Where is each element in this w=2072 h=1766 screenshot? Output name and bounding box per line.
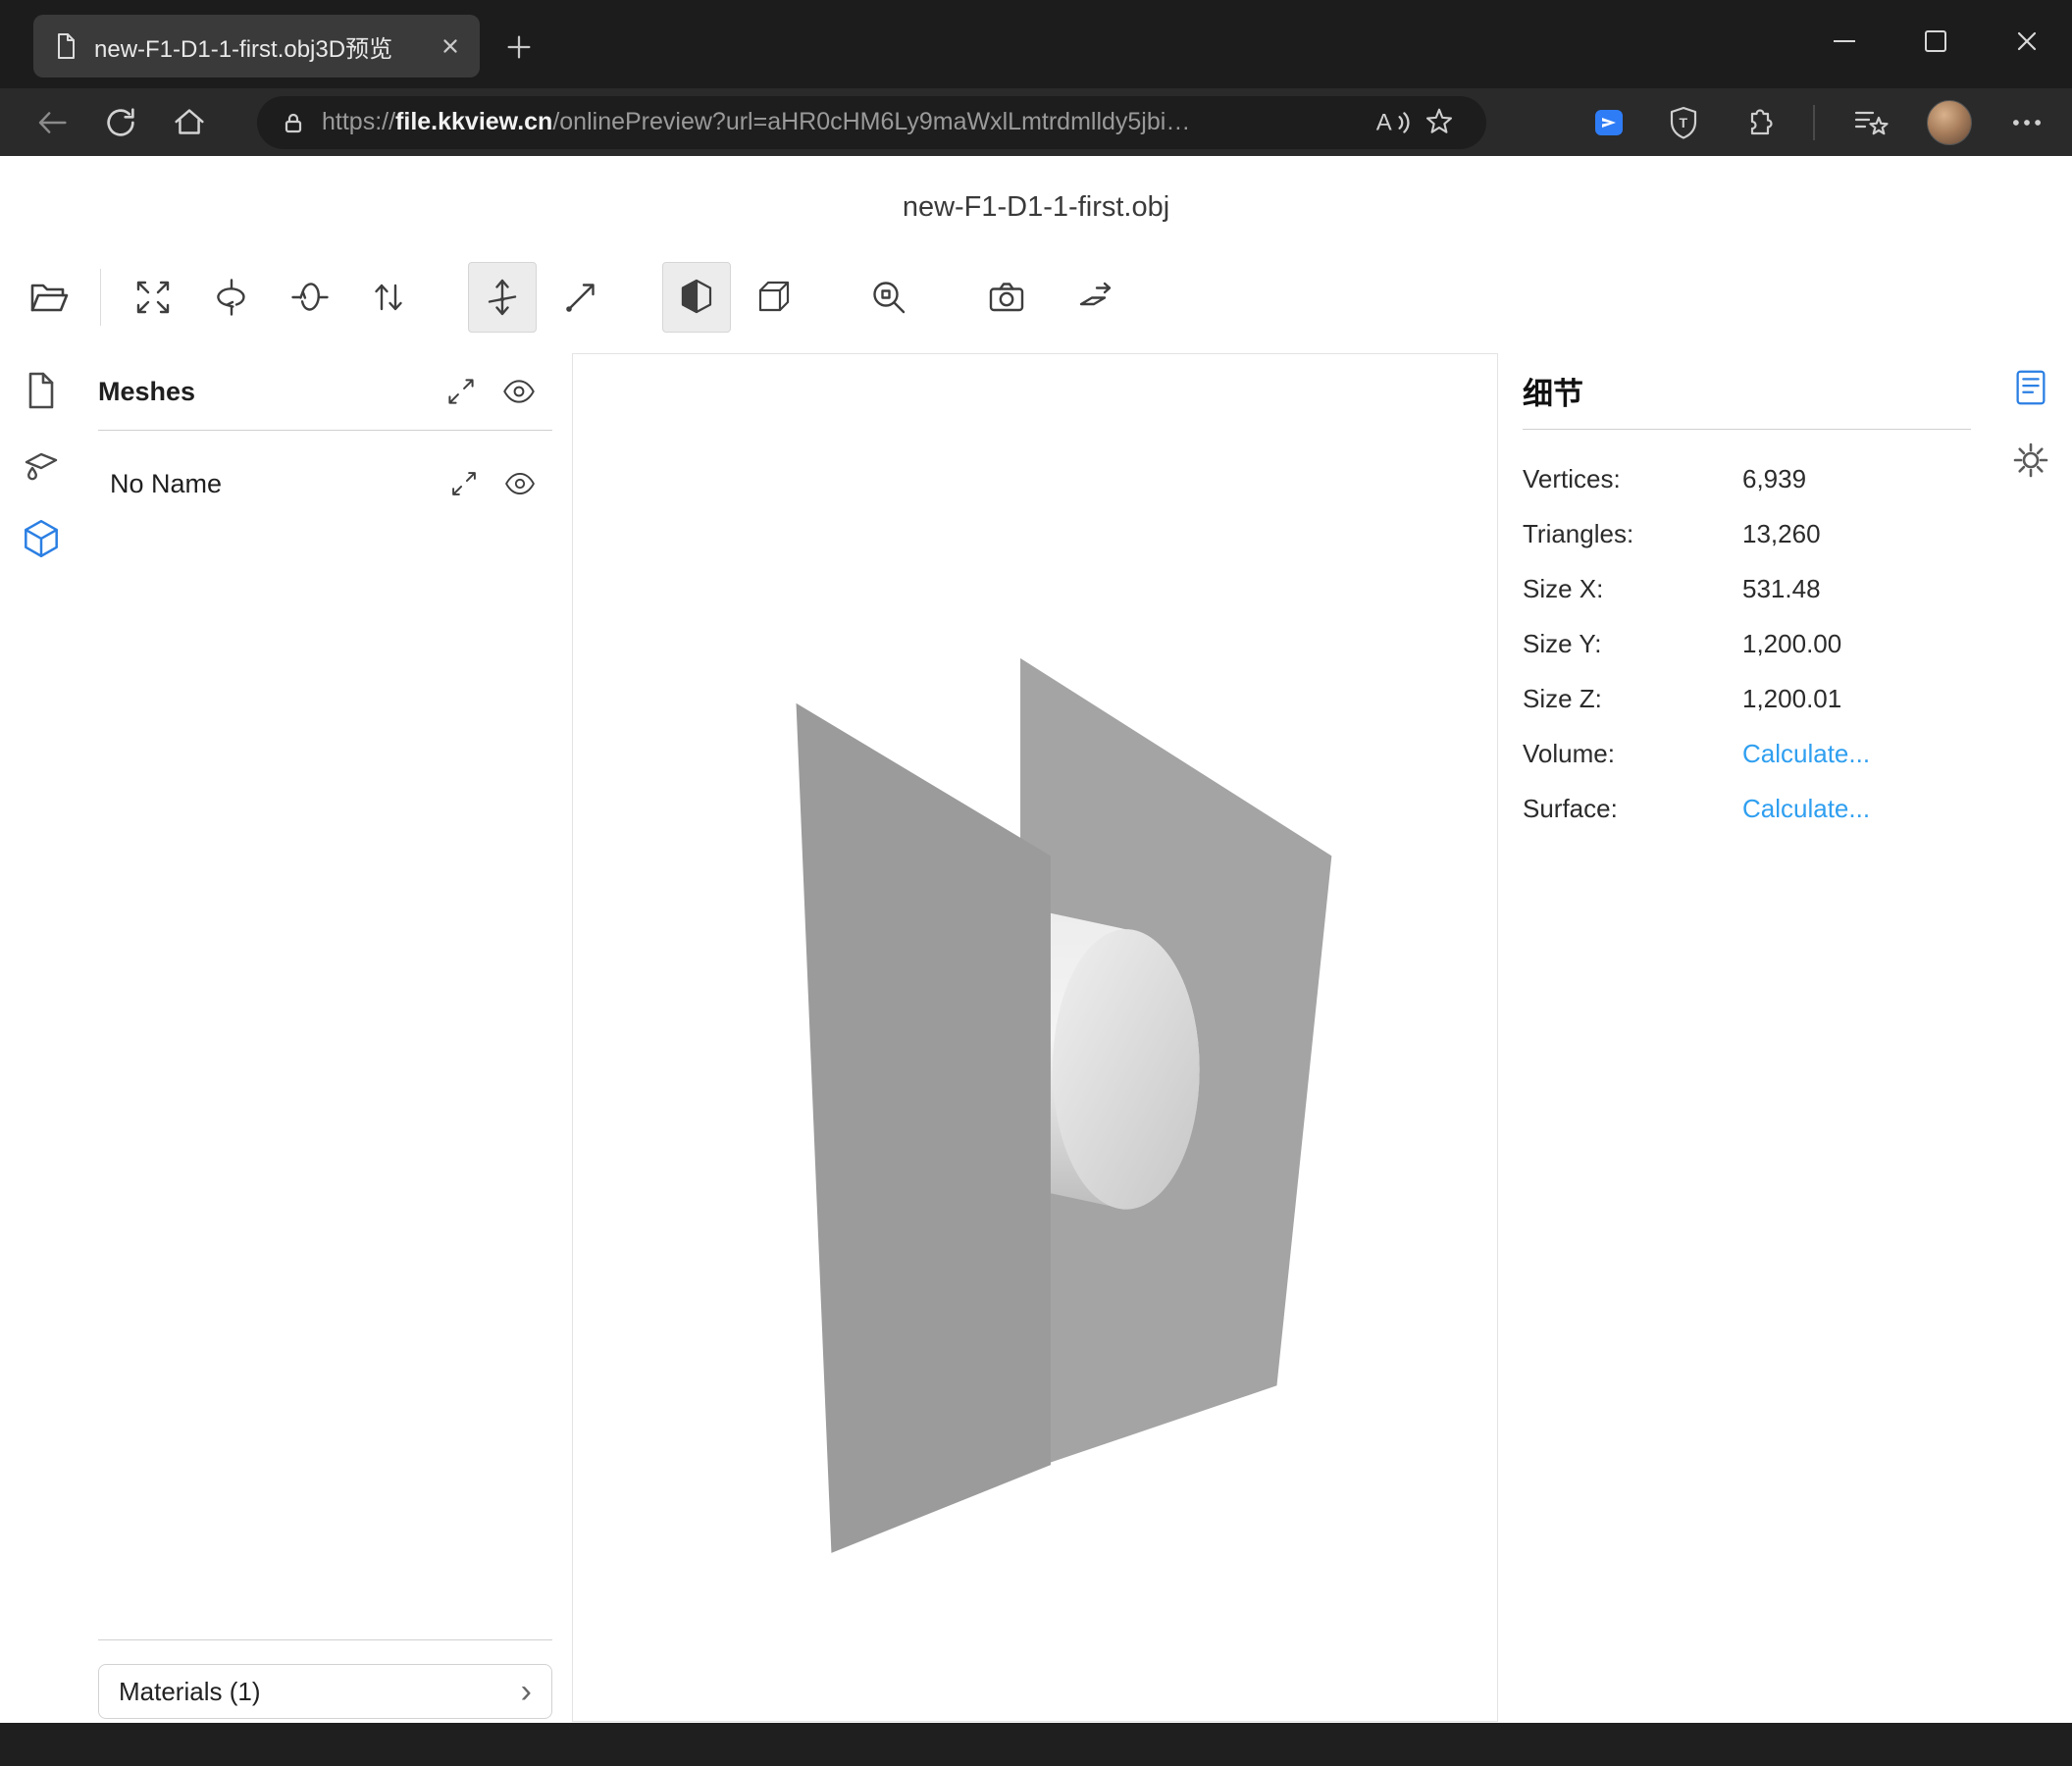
extension-blue-icon[interactable] [1589, 103, 1629, 142]
rotate-x-button[interactable] [197, 262, 266, 333]
window-close-button[interactable] [1981, 0, 2072, 82]
shield-extension-icon[interactable]: T [1664, 103, 1703, 142]
profile-avatar[interactable] [1927, 100, 1972, 145]
detail-row-surface: Surface: Calculate... [1523, 781, 1971, 836]
detail-label: Triangles: [1523, 519, 1742, 549]
detail-row-volume: Volume: Calculate... [1523, 726, 1971, 781]
materials-button-label: Materials (1) [119, 1677, 260, 1707]
details-header: 细节 [1523, 353, 1971, 430]
window-controls [1798, 0, 2072, 82]
navbar-separator [1813, 105, 1815, 140]
browser-tab[interactable]: new-F1-D1-1-first.obj3D预览 [33, 15, 480, 78]
detail-value: 531.48 [1742, 574, 1821, 604]
detail-label: Size X: [1523, 574, 1742, 604]
detail-value: 13,260 [1742, 519, 1821, 549]
tab-title: new-F1-D1-1-first.obj3D预览 [94, 29, 425, 64]
calculate-surface-link[interactable]: Calculate... [1742, 794, 1870, 824]
settings-button[interactable] [2008, 438, 2053, 483]
visibility-eye-button[interactable] [501, 374, 537, 409]
detail-label: Size Y: [1523, 629, 1742, 659]
meshes-tab-active[interactable] [19, 517, 64, 562]
detail-value: 6,939 [1742, 464, 1806, 494]
url-scheme: https:// [322, 108, 395, 135]
detail-label: Volume: [1523, 739, 1742, 769]
materials-section: Materials (1) › [98, 1639, 552, 1719]
detail-row-size-z: Size Z: 1,200.01 [1523, 671, 1971, 726]
details-rows: Vertices: 6,939 Triangles: 13,260 Size X… [1523, 430, 1971, 836]
more-menu-button[interactable] [2007, 103, 2046, 142]
details-panel: 细节 Vertices: 6,939 Triangles: 13,260 Siz… [1523, 353, 1971, 836]
shield-letter: T [1680, 115, 1688, 130]
detail-value: 1,200.00 [1742, 629, 1841, 659]
mesh-item-name: No Name [110, 469, 448, 499]
meshes-panel-header: Meshes [98, 353, 552, 431]
details-panel-tab-active[interactable] [2008, 365, 2053, 410]
file-info-tab[interactable] [19, 368, 64, 413]
open-file-button[interactable] [14, 262, 82, 333]
mesh-visibility-eye-button[interactable] [503, 467, 537, 500]
meshes-header-title: Meshes [98, 377, 444, 407]
url-text[interactable]: https://file.kkview.cn/onlinePreview?url… [322, 108, 1369, 136]
camera-screenshot-button[interactable] [972, 262, 1041, 333]
ortho-view-button[interactable] [741, 262, 809, 333]
detail-label: Surface: [1523, 794, 1742, 824]
tab-close-button[interactable] [439, 34, 462, 58]
favorites-bar-button[interactable] [1850, 102, 1891, 143]
tab-favicon-icon [51, 31, 80, 61]
toolbar-separator [100, 269, 101, 326]
detail-value: 1,200.01 [1742, 684, 1841, 714]
detail-row-size-y: Size Y: 1,200.00 [1523, 616, 1971, 671]
flip-vertical-button[interactable] [354, 262, 423, 333]
detail-row-size-x: Size X: 531.48 [1523, 561, 1971, 616]
measure-line-button[interactable] [546, 262, 615, 333]
browser-navbar: https://file.kkview.cn/onlinePreview?url… [0, 88, 2072, 156]
lock-icon[interactable] [281, 110, 306, 135]
window-maximize-button[interactable] [1890, 0, 1981, 82]
detail-row-triangles: Triangles: 13,260 [1523, 506, 1971, 561]
zoom-window-button[interactable] [855, 262, 923, 333]
home-button[interactable] [163, 96, 216, 149]
materials-tab[interactable] [19, 442, 64, 488]
window-minimize-button[interactable] [1798, 0, 1890, 82]
read-aloud-label: A [1376, 109, 1392, 135]
url-path: /onlinePreview?url=aHR0cHM6Ly9maWxlLmtrd… [552, 108, 1190, 135]
back-button[interactable] [26, 96, 78, 149]
right-tab-strip [1990, 353, 2072, 483]
fit-view-button[interactable] [119, 262, 187, 333]
favorite-star-button[interactable] [1416, 99, 1463, 146]
detail-row-vertices: Vertices: 6,939 [1523, 451, 1971, 506]
new-tab-button[interactable] [495, 24, 543, 71]
viewer-toolbar [0, 259, 2072, 336]
export-model-button[interactable] [1062, 262, 1131, 333]
mesh-zoom-to-button[interactable] [448, 467, 480, 500]
left-tab-strip [0, 353, 82, 562]
url-domain: file.kkview.cn [395, 108, 552, 135]
address-bar[interactable]: https://file.kkview.cn/onlinePreview?url… [257, 96, 1486, 149]
projection-mode-button[interactable] [662, 262, 731, 333]
materials-button[interactable]: Materials (1) › [98, 1664, 552, 1719]
detail-label: Vertices: [1523, 464, 1742, 494]
model-render [573, 354, 1497, 1721]
extensions-puzzle-icon[interactable] [1738, 103, 1778, 142]
meshes-panel: Meshes No Name Materials (1) › [98, 353, 552, 1722]
browser-tab-bar: new-F1-D1-1-first.obj3D预览 [0, 0, 2072, 88]
left-plane [797, 703, 1051, 1553]
page-footer-bar [0, 1723, 2072, 1766]
page-title: new-F1-D1-1-first.obj [0, 156, 2072, 259]
expand-all-button[interactable] [444, 374, 478, 409]
navbar-extensions-area: T [1589, 100, 2046, 145]
refresh-button[interactable] [94, 96, 147, 149]
rotate-z-button[interactable] [276, 262, 344, 333]
mesh-list-item[interactable]: No Name [98, 448, 552, 519]
chevron-right-icon: › [521, 1675, 532, 1708]
read-aloud-button[interactable]: A [1369, 99, 1416, 146]
calculate-volume-link[interactable]: Calculate... [1742, 739, 1870, 769]
translate-button[interactable] [468, 262, 537, 333]
viewport-3d[interactable] [572, 353, 1498, 1722]
detail-label: Size Z: [1523, 684, 1742, 714]
browser-chrome: new-F1-D1-1-first.obj3D预览 [0, 0, 2072, 156]
